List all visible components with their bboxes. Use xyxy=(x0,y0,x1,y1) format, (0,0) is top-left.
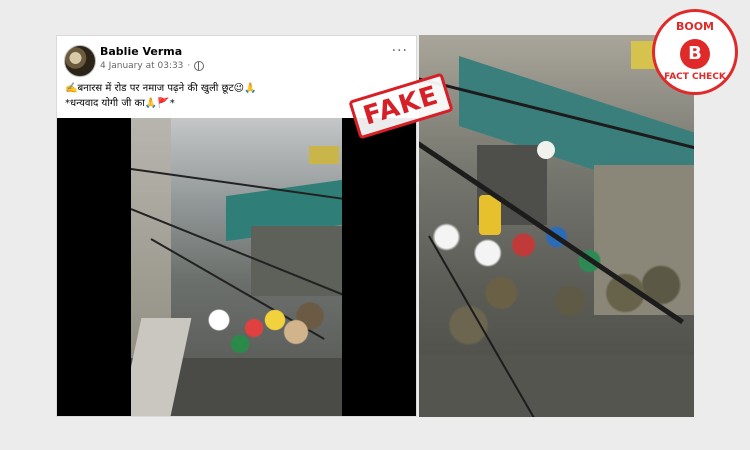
video-still xyxy=(419,35,694,417)
post-date[interactable]: 4 January at 03:33 xyxy=(100,61,183,71)
caption-line-1: ✍️बनारस में रोड पर नमाज पढ़ने की खुली छू… xyxy=(65,83,257,94)
boom-fact-check-logo: BOOM B FACT CHECK xyxy=(652,9,738,95)
post-author[interactable]: Bablie Verma xyxy=(100,45,182,58)
globe-icon xyxy=(194,61,205,71)
video-frame xyxy=(131,118,342,416)
badge-top-text: BOOM xyxy=(675,20,715,33)
more-options-icon[interactable]: ··· xyxy=(392,43,408,59)
badge-bottom-text: FACT CHECK xyxy=(664,72,726,82)
badge-letter: B xyxy=(680,39,710,69)
post-video[interactable] xyxy=(57,118,416,416)
post-meta: 4 January at 03:33 · xyxy=(100,61,205,71)
caption-line-2: *धन्यवाद योगी जी का🙏🚩* xyxy=(65,98,175,109)
facebook-post-card: Bablie Verma 4 January at 03:33 · ··· ✍️… xyxy=(56,35,417,417)
avatar[interactable] xyxy=(64,45,96,77)
post-caption: ✍️बनारस में रोड पर नमाज पढ़ने की खुली छू… xyxy=(65,81,257,111)
